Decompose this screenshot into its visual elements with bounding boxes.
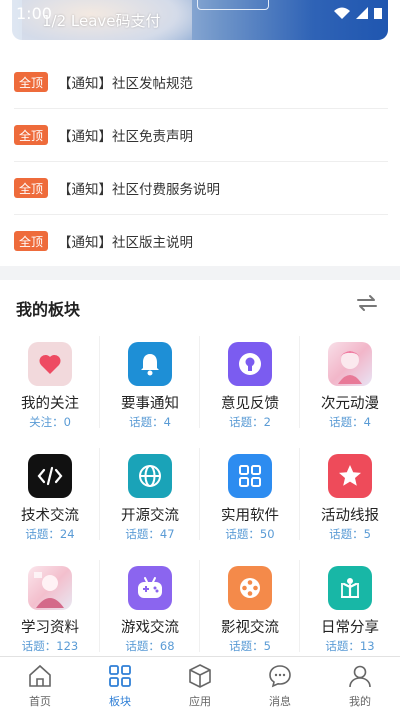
- tab-label: 应用: [189, 695, 211, 708]
- tab-home[interactable]: 首页: [0, 657, 80, 713]
- daily-person-icon: [328, 566, 372, 610]
- board-count: 话题：50: [225, 527, 275, 541]
- board-name: 要事通知: [121, 396, 179, 412]
- cube-icon: [189, 664, 211, 688]
- board-item[interactable]: 学习资料 话题：123: [0, 550, 100, 662]
- notice-item[interactable]: 全顶 【通知】社区发帖规范: [14, 56, 388, 109]
- board-name: 次元动漫: [321, 396, 379, 412]
- anime-thumbnail-icon: [328, 342, 372, 386]
- tab-profile[interactable]: 我的: [320, 657, 400, 713]
- tab-label: 消息: [269, 695, 291, 708]
- pinned-badge: 全顶: [14, 125, 48, 145]
- board-count: 话题：68: [125, 639, 175, 653]
- notice-list: 全顶 【通知】社区发帖规范 全顶 【通知】社区免责声明 全顶 【通知】社区付费服…: [0, 48, 400, 266]
- notice-item[interactable]: 全顶 【通知】社区免责声明: [14, 109, 388, 162]
- banner-button-outline: [197, 0, 269, 10]
- pinned-badge: 全顶: [14, 178, 48, 198]
- board-name: 游戏交流: [121, 620, 179, 636]
- wifi-icon: [334, 7, 350, 19]
- status-time: 1:00: [16, 4, 52, 23]
- notice-item[interactable]: 全顶 【通知】社区付费服务说明: [14, 162, 388, 215]
- board-name: 活动线报: [321, 508, 379, 524]
- user-icon: [349, 665, 371, 688]
- globe-icon: [128, 454, 172, 498]
- pinned-badge: 全顶: [14, 72, 48, 92]
- tab-label: 我的: [349, 695, 371, 708]
- notice-title: 【通知】社区版主说明: [58, 235, 193, 251]
- board-name: 影视交流: [221, 620, 279, 636]
- banner-caption: 1/2 Leave码支付: [42, 12, 161, 30]
- board-count: 关注：0: [29, 415, 71, 429]
- board-name: 日常分享: [321, 620, 379, 636]
- board-count: 话题：13: [325, 639, 375, 653]
- board-name: 实用软件: [221, 508, 279, 524]
- apps-grid-icon: [228, 454, 272, 498]
- battery-icon: [374, 8, 382, 19]
- board-item[interactable]: 我的关注 关注：0: [0, 326, 100, 438]
- board-count: 话题：5: [229, 639, 271, 653]
- board-item[interactable]: 活动线报 话题：5: [300, 438, 400, 550]
- board-name: 技术交流: [21, 508, 79, 524]
- notice-title: 【通知】社区免责声明: [58, 129, 193, 145]
- study-thumbnail-icon: [28, 566, 72, 610]
- bottom-tab-bar: 首页 板块 应用 消息 我的: [0, 656, 400, 713]
- home-icon: [29, 664, 51, 687]
- board-count: 话题：123: [21, 639, 79, 653]
- bell-icon: [128, 342, 172, 386]
- board-item[interactable]: 实用软件 话题：50: [200, 438, 300, 550]
- board-name: 意见反馈: [221, 396, 279, 412]
- code-icon: [28, 454, 72, 498]
- notice-title: 【通知】社区发帖规范: [58, 76, 193, 92]
- switch-icon[interactable]: [356, 294, 378, 312]
- pinned-badge: 全顶: [14, 231, 48, 251]
- notice-title: 【通知】社区付费服务说明: [58, 182, 220, 198]
- gamepad-icon: [128, 566, 172, 610]
- tab-label: 首页: [29, 695, 51, 708]
- my-boards-section: 我的板块 我的关注 关注：0 要事通知 话题：4 意见反馈 话题：2 次元动漫 …: [0, 280, 400, 656]
- grid-icon: [109, 665, 131, 687]
- board-count: 话题：5: [329, 527, 371, 541]
- board-count: 话题：4: [329, 415, 371, 429]
- chat-icon: [269, 665, 291, 688]
- board-count: 话题：4: [129, 415, 171, 429]
- board-item[interactable]: 意见反馈 话题：2: [200, 326, 300, 438]
- section-title: 我的板块: [16, 300, 81, 319]
- board-count: 话题：47: [125, 527, 175, 541]
- top-banner-area: 1/2 Leave码支付 1:00: [0, 0, 400, 48]
- lightbulb-icon: [228, 342, 272, 386]
- board-item[interactable]: 次元动漫 话题：4: [300, 326, 400, 438]
- notice-item[interactable]: 全顶 【通知】社区版主说明: [14, 215, 388, 267]
- board-item[interactable]: 要事通知 话题：4: [100, 326, 200, 438]
- board-name: 开源交流: [121, 508, 179, 524]
- star-icon: [328, 454, 372, 498]
- board-item[interactable]: 影视交流 话题：5: [200, 550, 300, 662]
- status-icons: [334, 7, 382, 19]
- tab-label: 板块: [109, 695, 131, 708]
- tab-apps[interactable]: 应用: [160, 657, 240, 713]
- tab-messages[interactable]: 消息: [240, 657, 320, 713]
- board-item[interactable]: 日常分享 话题：13: [300, 550, 400, 662]
- board-item[interactable]: 游戏交流 话题：68: [100, 550, 200, 662]
- heart-icon: [28, 342, 72, 386]
- board-item[interactable]: 技术交流 话题：24: [0, 438, 100, 550]
- board-count: 话题：2: [229, 415, 271, 429]
- board-name: 学习资料: [21, 620, 79, 636]
- signal-icon: [356, 7, 368, 19]
- film-reel-icon: [228, 566, 272, 610]
- board-count: 话题：24: [25, 527, 75, 541]
- board-name: 我的关注: [21, 396, 79, 412]
- tab-boards[interactable]: 板块: [80, 657, 160, 713]
- board-item[interactable]: 开源交流 话题：47: [100, 438, 200, 550]
